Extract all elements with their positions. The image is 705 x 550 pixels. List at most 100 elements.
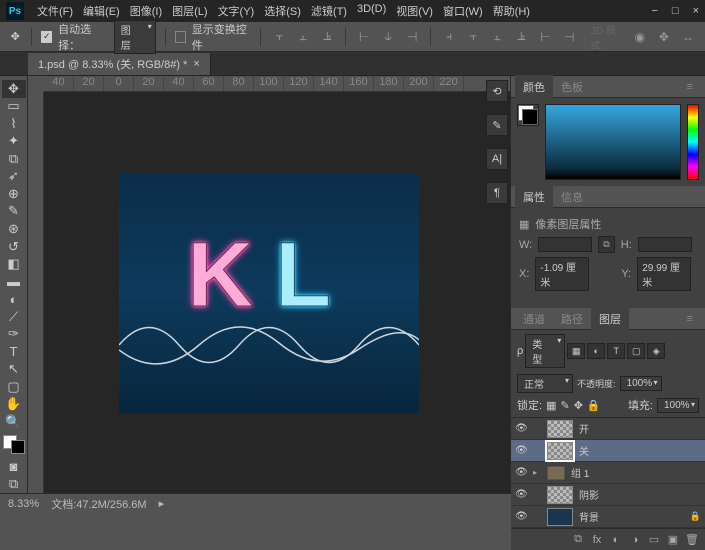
quickmask-tool[interactable]: ◙ bbox=[2, 458, 26, 476]
filter-shape-icon[interactable]: ▢ bbox=[627, 343, 645, 359]
paragraph-panel-icon[interactable]: ¶ bbox=[486, 182, 508, 204]
menu-image[interactable]: 图像(I) bbox=[125, 3, 167, 19]
kind-dropdown[interactable]: 类型 bbox=[525, 334, 565, 368]
filter-type-icon[interactable]: T bbox=[607, 343, 625, 359]
fx-icon[interactable]: fx bbox=[590, 534, 604, 546]
brush-tool[interactable]: ✎ bbox=[2, 203, 26, 221]
minimize-icon[interactable]: − bbox=[651, 5, 657, 17]
type-tool[interactable]: T bbox=[2, 343, 26, 361]
visibility-icon[interactable]: 👁 bbox=[515, 423, 527, 434]
lock-pos-icon[interactable]: ✥ bbox=[574, 399, 583, 412]
stamp-tool[interactable]: ⊛ bbox=[2, 220, 26, 238]
canvas-area[interactable]: 4020020406080100120140160180200220 K L bbox=[28, 76, 510, 493]
mask-icon[interactable]: ◐ bbox=[609, 534, 623, 546]
tab-paths[interactable]: 路径 bbox=[553, 307, 591, 331]
fill-input[interactable]: 100% bbox=[657, 398, 699, 413]
status-arrow-icon[interactable]: ▸ bbox=[159, 497, 165, 510]
layer-row[interactable]: 👁 背景 🔒 bbox=[511, 506, 705, 528]
menu-help[interactable]: 帮助(H) bbox=[488, 3, 535, 19]
move-tool-icon[interactable]: ✥ bbox=[8, 29, 22, 45]
menu-3d[interactable]: 3D(D) bbox=[352, 3, 391, 19]
tab-close-icon[interactable]: × bbox=[193, 58, 199, 70]
character-panel-icon[interactable]: A| bbox=[486, 148, 508, 170]
history-panel-icon[interactable]: ⟲ bbox=[486, 80, 508, 102]
hand-tool[interactable]: ✋ bbox=[2, 396, 26, 414]
y-value[interactable]: 29.99 厘米 bbox=[637, 257, 691, 291]
x-value[interactable]: -1.09 厘米 bbox=[535, 257, 589, 291]
distribute2-icon[interactable]: ⫡ bbox=[512, 27, 530, 47]
doc-size[interactable]: 文档:47.2M/256.6M bbox=[51, 496, 146, 512]
distribute-h-icon[interactable]: ⫞ bbox=[440, 27, 458, 47]
new-layer-icon[interactable]: ▣ bbox=[666, 533, 680, 546]
show-transform-checkbox[interactable] bbox=[175, 31, 186, 43]
brushes-panel-icon[interactable]: ✎ bbox=[486, 114, 508, 136]
layer-thumb[interactable] bbox=[547, 420, 573, 438]
screenmode-tool[interactable]: ⧉ bbox=[2, 475, 26, 493]
filter-pixel-icon[interactable]: ▦ bbox=[567, 343, 585, 359]
3d-walk-icon[interactable]: ↔ bbox=[679, 27, 697, 47]
auto-select-dropdown[interactable]: 图层 bbox=[114, 20, 156, 54]
panel-menu-icon[interactable]: ≡ bbox=[679, 77, 701, 97]
distribute-icon[interactable]: ⫠ bbox=[488, 27, 506, 47]
marquee-tool[interactable]: ▭ bbox=[2, 98, 26, 116]
document-tab[interactable]: 1.psd @ 8.33% (关, RGB/8#) * × bbox=[28, 53, 211, 75]
layer-thumb[interactable] bbox=[547, 508, 573, 526]
dodge-tool[interactable]: ⟋ bbox=[2, 308, 26, 326]
hue-slider[interactable] bbox=[687, 104, 699, 180]
menu-view[interactable]: 视图(V) bbox=[391, 3, 438, 19]
layer-thumb[interactable] bbox=[547, 442, 573, 460]
maximize-icon[interactable]: □ bbox=[672, 5, 679, 17]
layer-row[interactable]: 👁 阴影 bbox=[511, 484, 705, 506]
layer-row[interactable]: 👁 开 bbox=[511, 418, 705, 440]
zoom-tool[interactable]: 🔍 bbox=[2, 413, 26, 431]
filter-adjust-icon[interactable]: ◐ bbox=[587, 343, 605, 359]
tab-layers[interactable]: 图层 bbox=[591, 307, 629, 331]
layers-menu-icon[interactable]: ≡ bbox=[679, 309, 701, 329]
link-icon[interactable]: ⧉ bbox=[598, 236, 614, 253]
crop-tool[interactable]: ⧉ bbox=[2, 150, 26, 168]
blur-tool[interactable]: ◐ bbox=[2, 290, 26, 308]
menu-edit[interactable]: 编辑(E) bbox=[78, 3, 125, 19]
align-bottom-icon[interactable]: ⫡ bbox=[318, 27, 336, 47]
blend-mode-dropdown[interactable]: 正常 bbox=[517, 374, 573, 393]
tab-color[interactable]: 颜色 bbox=[515, 75, 553, 99]
lasso-tool[interactable]: ⌇ bbox=[2, 115, 26, 133]
delete-icon[interactable]: 🗑 bbox=[685, 533, 699, 546]
align-left-icon[interactable]: ⊢ bbox=[355, 27, 373, 47]
gradient-tool[interactable]: ▬ bbox=[2, 273, 26, 291]
tab-properties[interactable]: 属性 bbox=[515, 185, 553, 209]
opacity-input[interactable]: 100% bbox=[620, 376, 662, 391]
document-canvas[interactable]: K L bbox=[119, 173, 419, 413]
height-input[interactable] bbox=[638, 237, 692, 252]
distribute4-icon[interactable]: ⊣ bbox=[560, 27, 578, 47]
layer-row[interactable]: 👁 ▸ 组 1 bbox=[511, 462, 705, 484]
filter-smart-icon[interactable]: ◈ bbox=[647, 343, 665, 359]
color-swatch[interactable] bbox=[3, 435, 25, 454]
visibility-icon[interactable]: 👁 bbox=[515, 489, 527, 500]
eyedropper-tool[interactable]: ➶ bbox=[2, 168, 26, 186]
align-right-icon[interactable]: ⊣ bbox=[403, 27, 421, 47]
distribute-v-icon[interactable]: ⫟ bbox=[464, 27, 482, 47]
color-picker[interactable] bbox=[545, 104, 681, 180]
bg-color-icon[interactable] bbox=[11, 440, 25, 454]
width-input[interactable] bbox=[538, 237, 592, 252]
menu-layer[interactable]: 图层(L) bbox=[167, 3, 212, 19]
menu-file[interactable]: 文件(F) bbox=[32, 3, 78, 19]
visibility-icon[interactable]: 👁 bbox=[515, 445, 527, 456]
auto-select-checkbox[interactable]: ✓ bbox=[41, 31, 52, 43]
close-icon[interactable]: × bbox=[693, 5, 699, 17]
distribute3-icon[interactable]: ⊢ bbox=[536, 27, 554, 47]
3d-orbit-icon[interactable]: ◉ bbox=[631, 27, 649, 47]
pen-tool[interactable]: ✑ bbox=[2, 325, 26, 343]
align-hcenter-icon[interactable]: ⫝ bbox=[379, 27, 397, 47]
lock-all-icon[interactable]: 🔒 bbox=[587, 399, 601, 412]
layer-row[interactable]: 👁 关 bbox=[511, 440, 705, 462]
menu-window[interactable]: 窗口(W) bbox=[438, 3, 488, 19]
zoom-level[interactable]: 8.33% bbox=[8, 498, 39, 510]
adjustment-icon[interactable]: ◑ bbox=[628, 534, 642, 546]
color-fgbg-swatch[interactable] bbox=[517, 104, 539, 126]
menu-select[interactable]: 选择(S) bbox=[259, 3, 306, 19]
tab-channels[interactable]: 通道 bbox=[515, 307, 553, 331]
link-layers-icon[interactable]: ⧉ bbox=[571, 533, 585, 546]
shape-tool[interactable]: ▢ bbox=[2, 378, 26, 396]
